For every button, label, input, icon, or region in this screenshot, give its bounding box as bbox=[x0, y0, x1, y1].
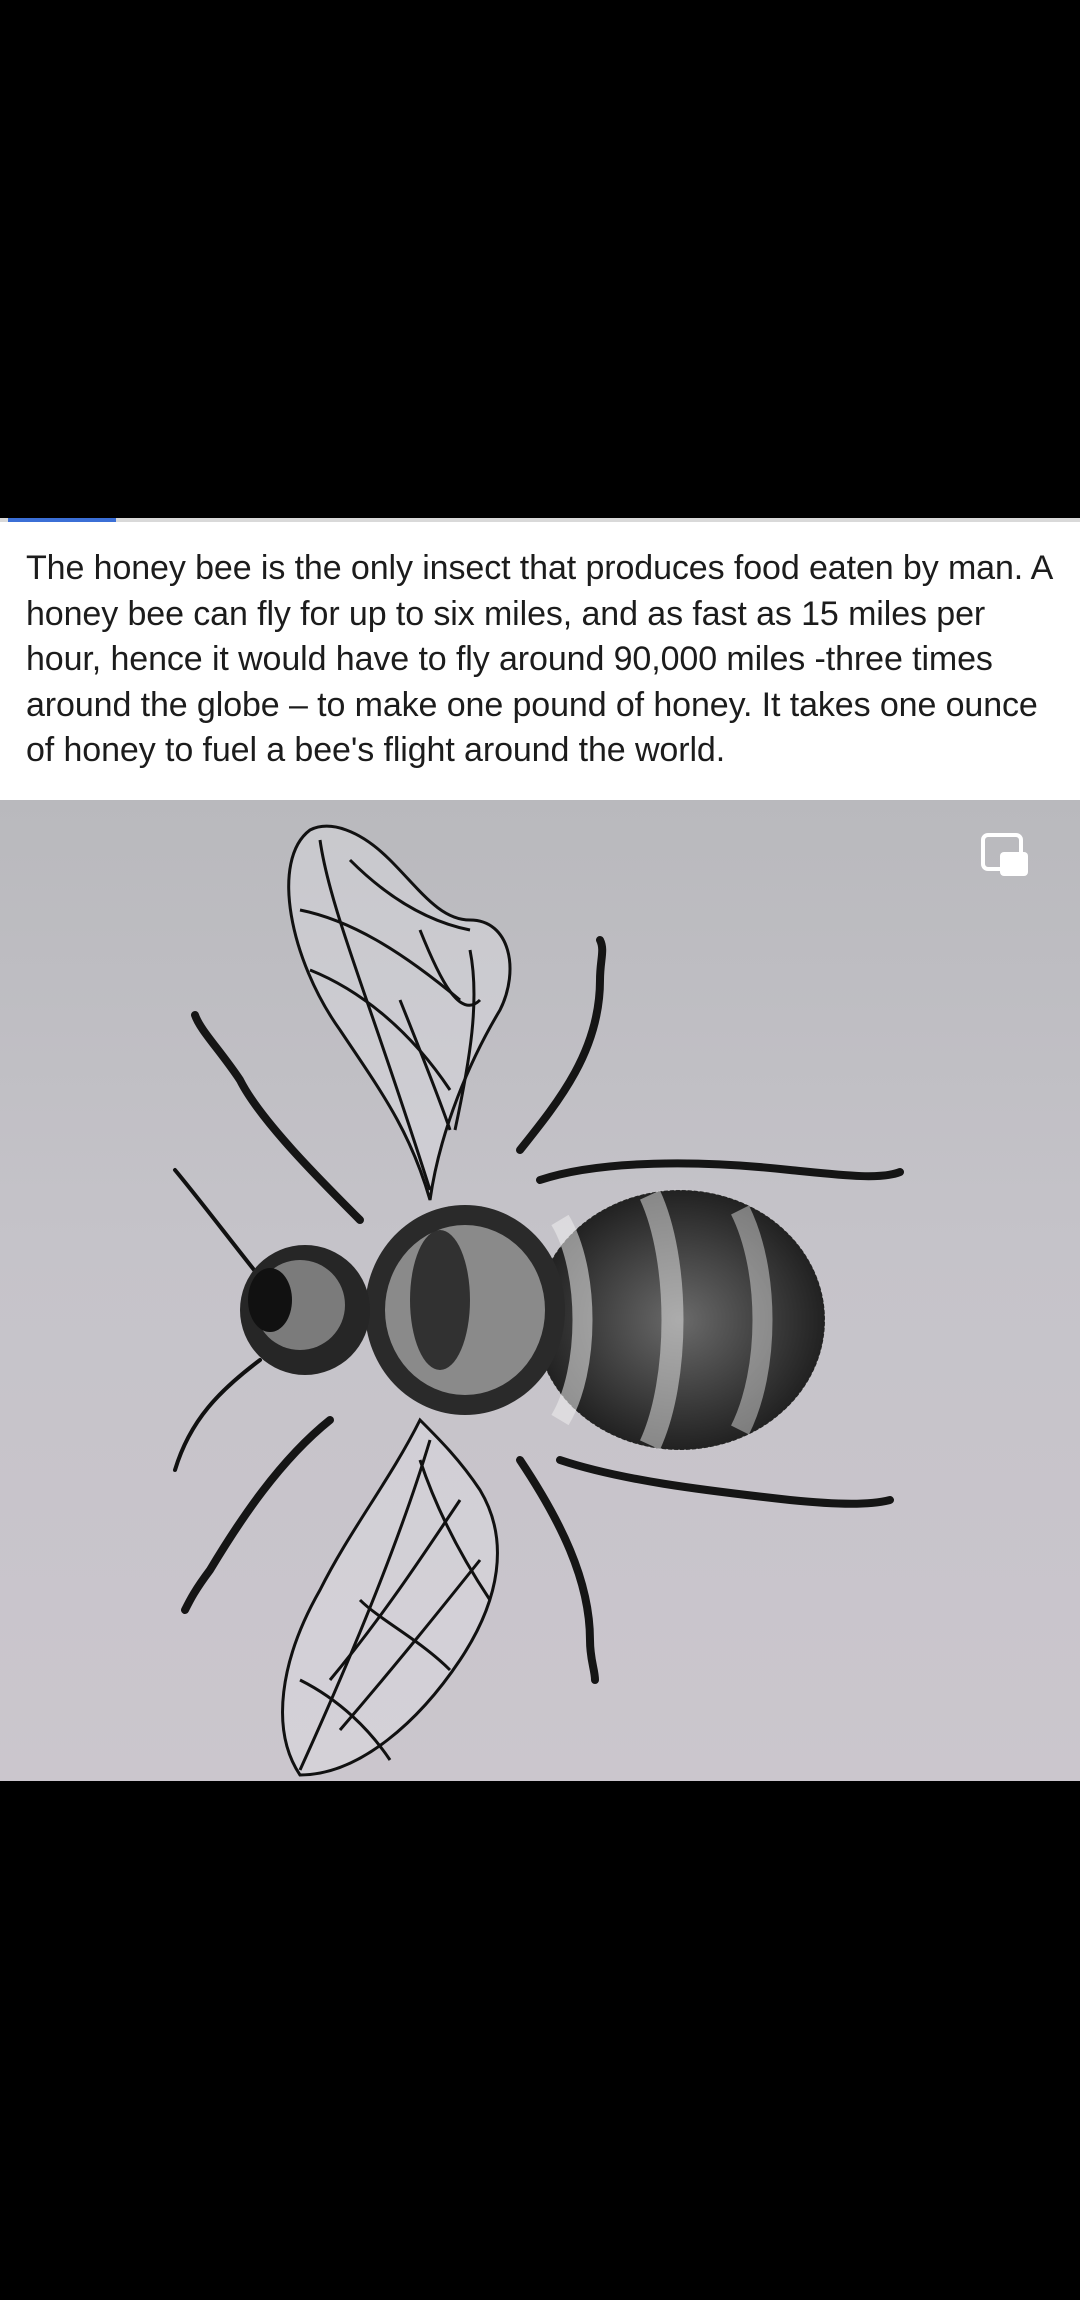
video-letterbox-bottom bbox=[0, 1781, 1080, 2300]
bee-illustration bbox=[173, 824, 904, 1777]
caption-panel: The honey bee is the only insect that pr… bbox=[0, 522, 1080, 800]
upper-wings bbox=[287, 824, 512, 1201]
lower-wings bbox=[281, 1417, 499, 1777]
post-image[interactable] bbox=[0, 800, 1080, 1781]
picture-in-picture-icon[interactable] bbox=[980, 832, 1030, 878]
video-letterbox-top bbox=[0, 0, 1080, 518]
post-caption: The honey bee is the only insect that pr… bbox=[26, 549, 1052, 769]
bee-body bbox=[240, 1189, 826, 1451]
